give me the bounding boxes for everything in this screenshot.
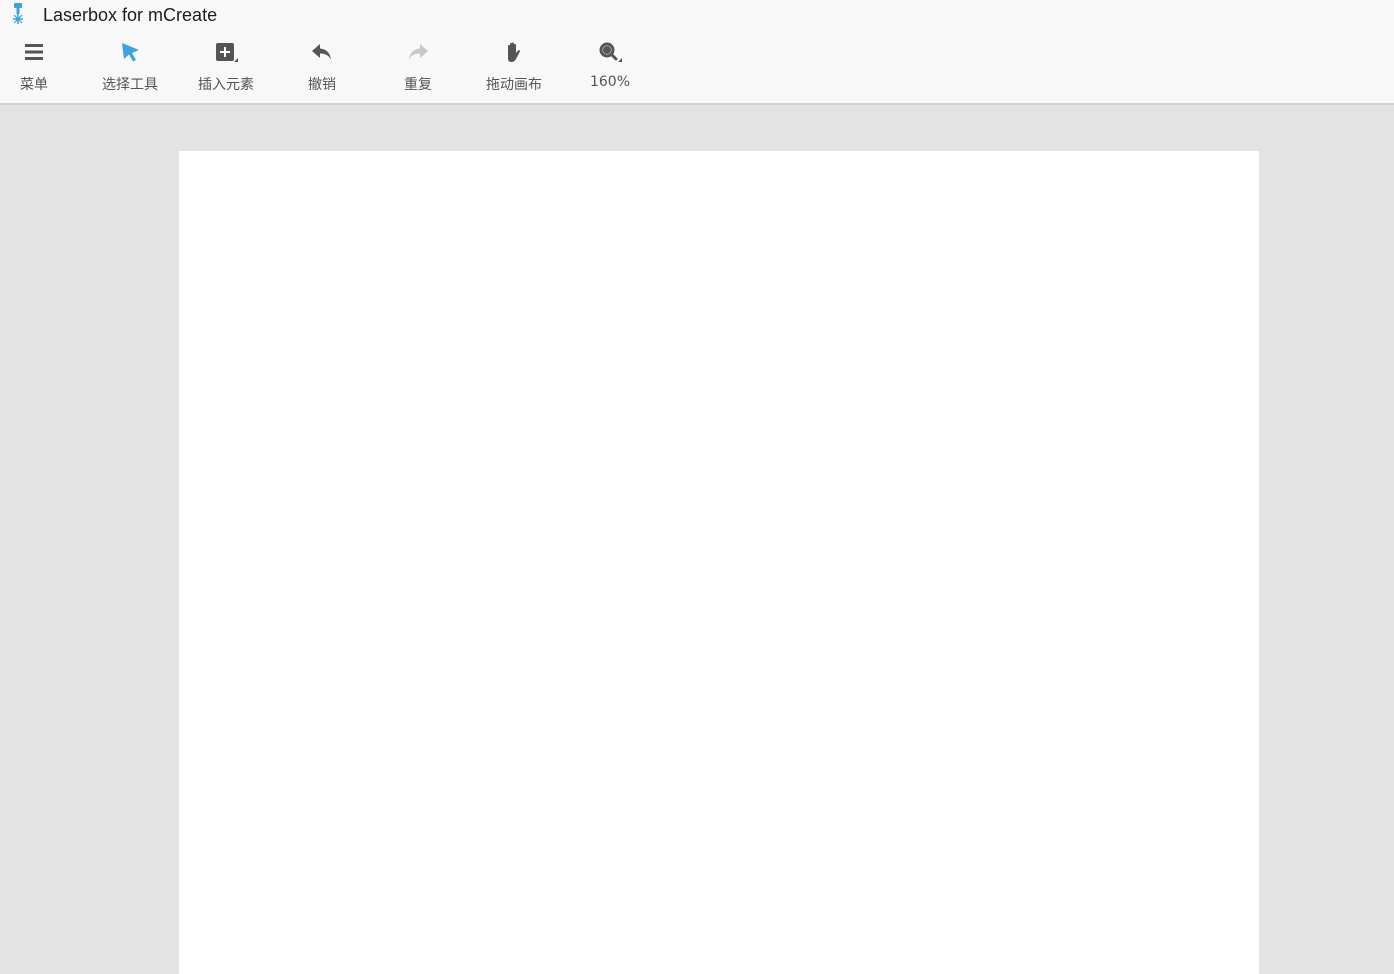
insert-element-label: 插入元素 bbox=[198, 77, 254, 93]
app-title: Laserbox for mCreate bbox=[43, 5, 218, 25]
pan-canvas-button[interactable]: 拖动画布 bbox=[466, 32, 562, 103]
magnifier-icon bbox=[599, 42, 622, 62]
undo-label: 撤销 bbox=[308, 77, 336, 93]
menu-label: 菜单 bbox=[20, 77, 48, 93]
title-bar: Laserbox for mCreate bbox=[0, 0, 1394, 32]
hamburger-icon bbox=[25, 44, 43, 60]
redo-arrow-icon bbox=[409, 44, 428, 60]
redo-label: 重复 bbox=[404, 77, 432, 93]
undo-arrow-icon bbox=[312, 44, 331, 60]
select-tool-button[interactable]: 选择工具 bbox=[82, 32, 178, 103]
zoom-level-label: 160% bbox=[589, 74, 631, 90]
cursor-arrow-icon bbox=[122, 43, 139, 62]
hand-icon bbox=[508, 42, 520, 62]
menu-button[interactable]: 菜单 bbox=[0, 32, 82, 103]
app-logo-icon bbox=[13, 3, 23, 24]
select-tool-label: 选择工具 bbox=[102, 77, 158, 93]
toolbar: 菜单 选择工具 插入元素 撤销 重复 拖动画布 160% bbox=[0, 32, 1394, 105]
redo-button[interactable]: 重复 bbox=[370, 32, 466, 103]
work-page[interactable] bbox=[179, 151, 1259, 974]
pan-canvas-label: 拖动画布 bbox=[486, 77, 542, 93]
undo-button[interactable]: 撤销 bbox=[274, 32, 370, 103]
insert-element-button[interactable]: 插入元素 bbox=[178, 32, 274, 103]
zoom-button[interactable]: 160% bbox=[562, 32, 658, 103]
plus-square-icon bbox=[216, 43, 238, 62]
canvas-area[interactable] bbox=[0, 105, 1394, 974]
